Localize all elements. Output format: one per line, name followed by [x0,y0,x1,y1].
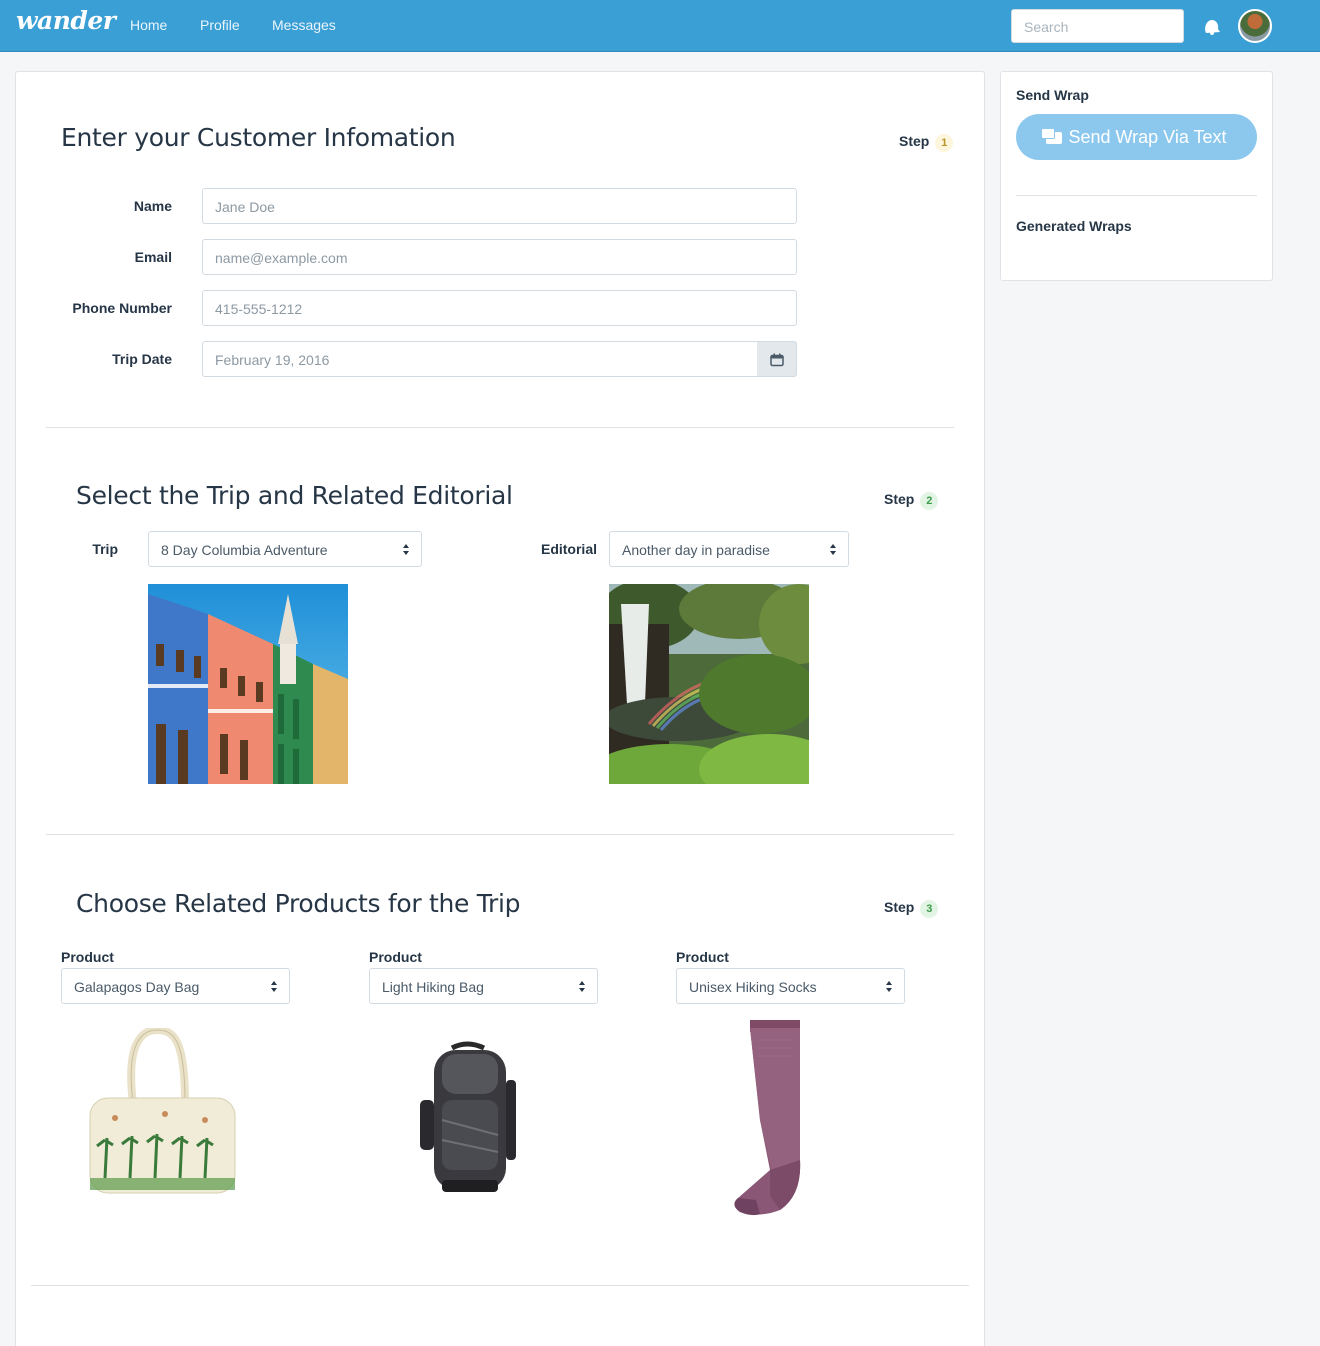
step2-title: Select the Trip and Related Editorial [76,481,513,510]
product-select-3[interactable]: Unisex Hiking Socks [676,968,905,1004]
name-label: Name [133,198,172,214]
trip-date-input[interactable]: February 19, 2016 [202,341,758,377]
step1-label: Step [899,133,930,149]
product-label: Product [369,949,422,965]
generated-wraps-heading: Generated Wraps [1016,218,1132,234]
email-input[interactable]: name@example.com [202,239,797,275]
step1-badge: 1 [935,134,954,152]
product-select-value: Unisex Hiking Socks [689,979,817,995]
select-caret-icon [271,981,277,993]
select-caret-icon [403,544,409,556]
product-image-day-bag [89,1028,236,1194]
trip-date-label: Trip Date [112,351,172,367]
brand-logo[interactable]: wander [16,6,116,35]
chat-icon [1041,128,1063,144]
product-select-2[interactable]: Light Hiking Bag [369,968,598,1004]
step3-label: Step [884,899,915,915]
top-navbar: wander Home Profile Messages Search [0,0,1320,52]
step3-indicator: Step 3 [884,899,939,918]
user-avatar[interactable] [1238,9,1272,43]
sidebar-divider [1016,195,1257,196]
calendar-icon [770,353,784,367]
email-label: Email [134,249,172,265]
step2-indicator: Step 2 [884,491,939,510]
step2-label: Step [884,491,915,507]
section-divider [46,427,954,428]
product-select-1[interactable]: Galapagos Day Bag [61,968,290,1004]
select-caret-icon [579,981,585,993]
editorial-image [609,584,809,784]
phone-label: Phone Number [72,300,172,316]
editorial-select[interactable]: Another day in paradise [609,531,849,567]
product-label: Product [61,949,114,965]
send-button-label: Send Wrap Via Text [1068,127,1227,147]
step1-indicator: Step 1 [899,133,954,152]
step2-badge: 2 [920,492,939,510]
search-input[interactable]: Search [1011,9,1184,43]
nav-messages[interactable]: Messages [272,17,336,33]
product-select-value: Galapagos Day Bag [74,979,200,995]
trip-select[interactable]: 8 Day Columbia Adventure [148,531,422,567]
section-divider [46,834,954,835]
send-wrap-heading: Send Wrap [1016,87,1089,103]
editorial-select-value: Another day in paradise [622,542,770,558]
step3-title: Choose Related Products for the Trip [76,889,521,918]
trip-image [148,584,348,784]
notification-icon[interactable] [1202,16,1222,36]
name-input[interactable]: Jane Doe [202,188,797,224]
product-image-hiking-socks [734,1020,801,1216]
phone-input[interactable]: 415-555-1212 [202,290,797,326]
select-caret-icon [830,544,836,556]
step1-title: Enter your Customer Infomation [61,123,456,152]
trip-label: Trip [92,541,118,557]
section-divider [31,1285,969,1286]
product-image-hiking-bag [420,1041,516,1192]
nav-profile[interactable]: Profile [200,17,240,33]
nav-home[interactable]: Home [130,17,167,33]
trip-select-value: 8 Day Columbia Adventure [161,542,328,558]
editorial-label: Editorial [540,541,597,557]
select-caret-icon [886,981,892,993]
calendar-button[interactable] [757,341,797,377]
product-label: Product [676,949,729,965]
step3-badge: 3 [920,900,939,918]
product-select-value: Light Hiking Bag [382,979,484,995]
send-wrap-via-text-button[interactable]: Send Wrap Via Text [1016,114,1257,160]
